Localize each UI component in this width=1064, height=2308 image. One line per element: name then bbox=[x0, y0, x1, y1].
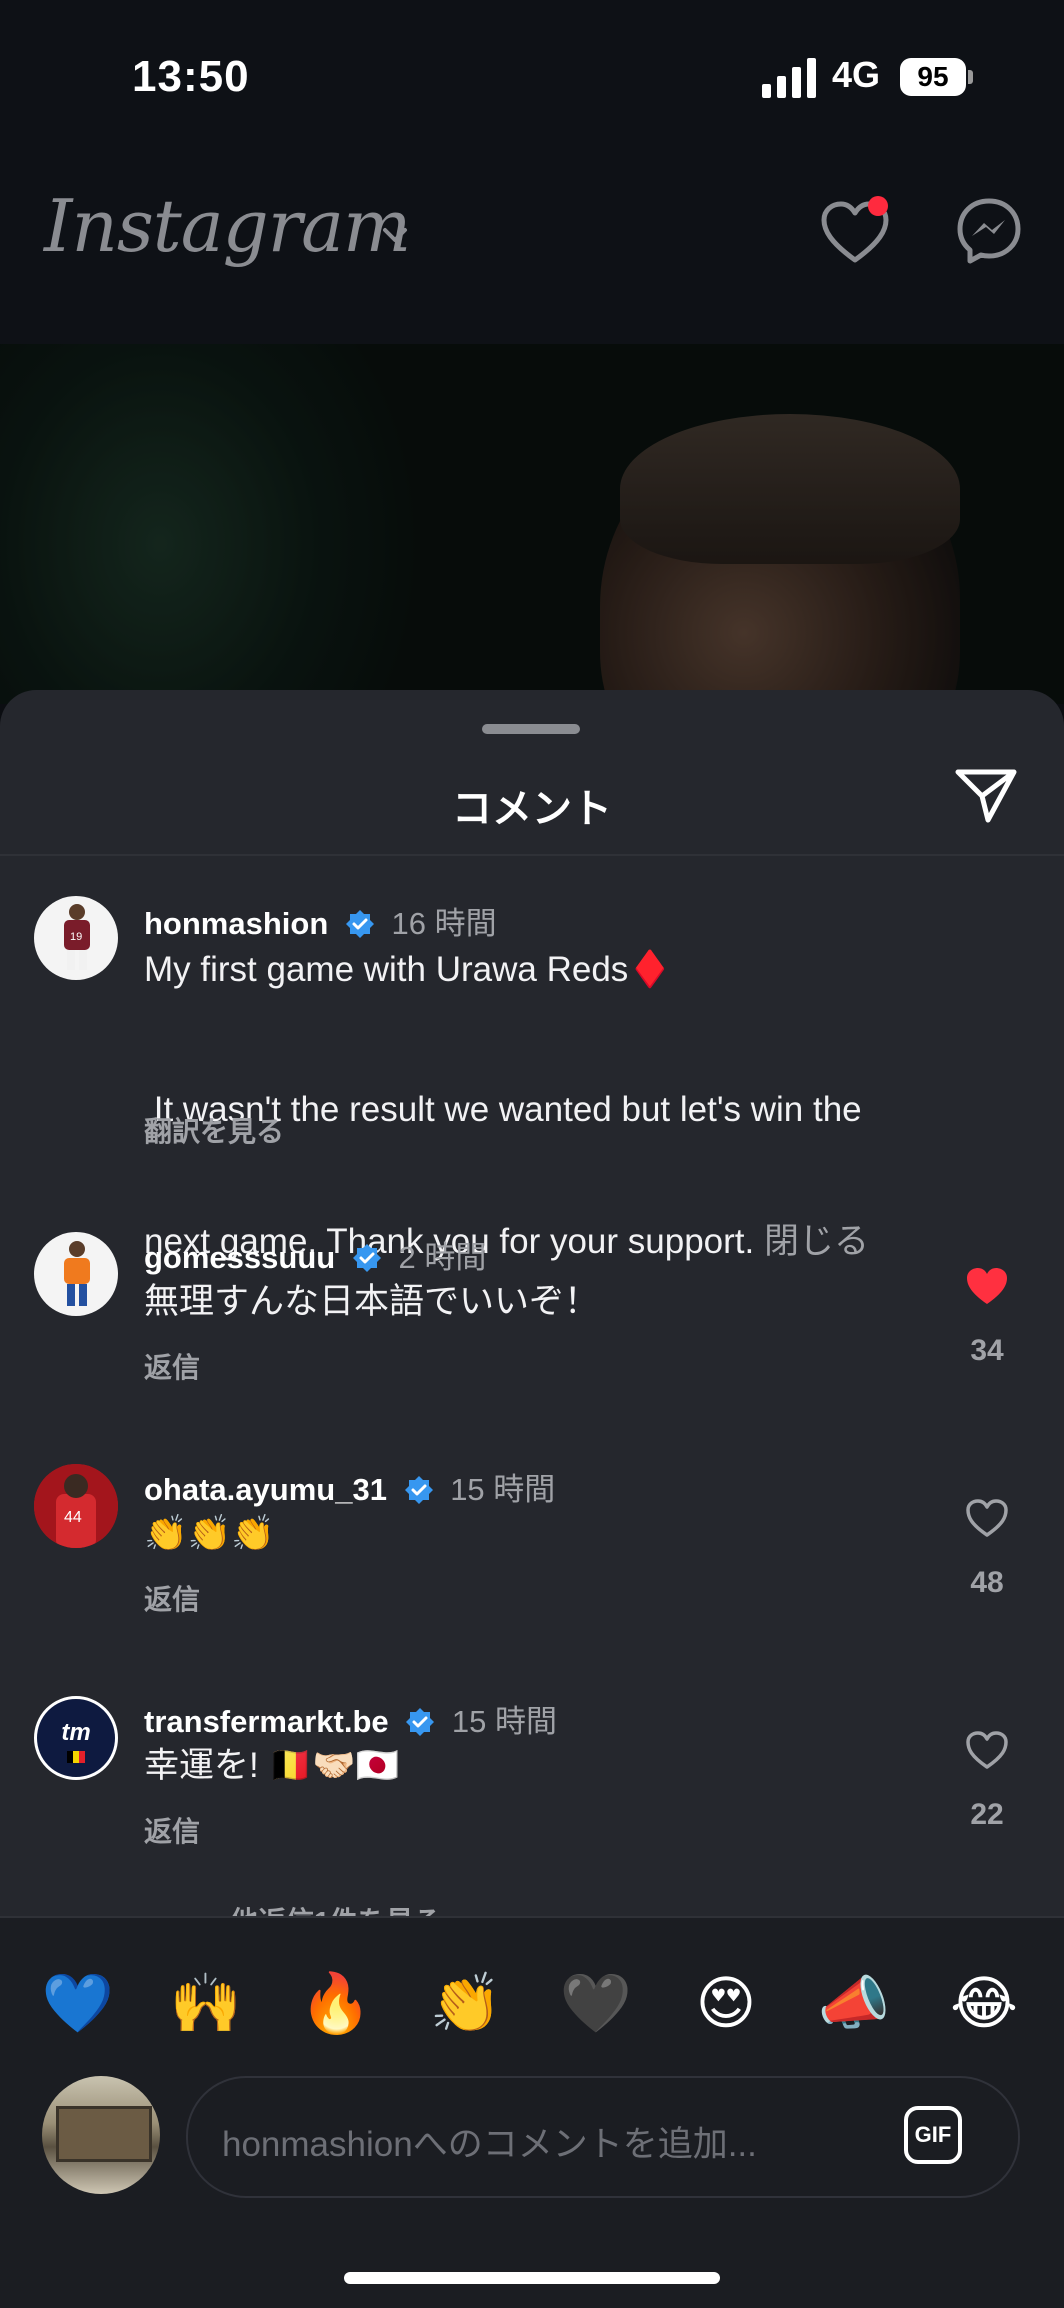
reply-button[interactable]: 返信 bbox=[144, 1810, 200, 1850]
username-text[interactable]: honmashion bbox=[144, 906, 328, 941]
divider bbox=[0, 854, 1064, 856]
avatar[interactable]: 19 bbox=[34, 896, 118, 980]
battery-nub bbox=[968, 70, 973, 84]
notification-dot bbox=[868, 196, 888, 216]
avatar[interactable]: tm bbox=[34, 1696, 118, 1780]
comment-text: My first game with Urawa Reds♦️ bbox=[144, 948, 672, 992]
close-link[interactable]: 閉じる bbox=[764, 1222, 869, 1261]
emoji-heart-eyes[interactable]: 😍 bbox=[688, 1966, 764, 2042]
heart-filled-icon[interactable] bbox=[965, 1266, 1009, 1306]
messenger-icon[interactable] bbox=[954, 196, 1024, 266]
image-overlay bbox=[0, 344, 1064, 704]
gif-button[interactable]: GIF bbox=[904, 2106, 962, 2164]
emoji-clapping[interactable]: 👏 bbox=[428, 1966, 504, 2042]
player-avatar-image bbox=[64, 1241, 90, 1306]
avatar-photo bbox=[56, 2106, 152, 2162]
svg-text:19: 19 bbox=[70, 931, 82, 943]
sheet-drag-handle[interactable] bbox=[482, 724, 580, 734]
like-count: 34 bbox=[970, 1334, 1004, 1367]
verified-badge-icon bbox=[404, 1476, 433, 1504]
verified-badge-icon bbox=[345, 910, 374, 938]
comment-input-placeholder: honmashionへのコメントを追加... bbox=[222, 2125, 757, 2164]
verified-badge-icon bbox=[352, 1244, 381, 1272]
caption-line: My first game with Urawa Reds♦️ bbox=[144, 950, 672, 989]
comment-username[interactable]: gomesssuuu 2 時間 bbox=[144, 1232, 486, 1277]
reply-button[interactable]: 返信 bbox=[144, 1346, 200, 1386]
username-text[interactable]: gomesssuuu bbox=[144, 1240, 335, 1275]
player-avatar-image: 44 bbox=[34, 1464, 118, 1548]
comment-time: 2 時間 bbox=[398, 1240, 487, 1275]
verified-badge-icon bbox=[406, 1708, 435, 1736]
comment-username[interactable]: transfermarkt.be 15 時間 bbox=[144, 1696, 557, 1741]
emoji-blue-heart[interactable]: 💙 bbox=[40, 1966, 116, 2042]
avatar[interactable] bbox=[34, 1232, 118, 1316]
player-avatar-image: 19 bbox=[64, 904, 90, 970]
heart-outline-icon[interactable] bbox=[965, 1730, 1009, 1770]
avatar-logo-text: tm bbox=[61, 1719, 91, 1746]
chevron-down-icon[interactable] bbox=[380, 220, 410, 250]
emoji-black-heart[interactable]: 🖤 bbox=[558, 1966, 634, 2042]
username-text[interactable]: transfermarkt.be bbox=[144, 1704, 389, 1739]
comment-text: 👏👏👏 bbox=[144, 1514, 275, 1553]
flag-stripe bbox=[79, 1751, 85, 1763]
like-count: 48 bbox=[970, 1566, 1004, 1599]
sheet-title: コメント bbox=[452, 787, 612, 831]
reply-button[interactable]: 返信 bbox=[144, 1578, 200, 1618]
username-text[interactable]: ohata.ayumu_31 bbox=[144, 1472, 387, 1507]
share-icon[interactable] bbox=[954, 766, 1018, 824]
comment-time: 15 時間 bbox=[451, 1704, 558, 1739]
instagram-logo[interactable]: Instagram bbox=[44, 184, 411, 268]
comment-text: 無理すんな日本語でいいぞ！ bbox=[144, 1282, 600, 1321]
signal-icon bbox=[762, 58, 816, 98]
comment-composer: 💙 🙌 🔥 👏 🖤 😍 📣 😂 honmashionへのコメントを追加... G… bbox=[0, 1916, 1064, 2308]
svg-text:44: 44 bbox=[64, 1509, 82, 1526]
like-count: 22 bbox=[970, 1798, 1004, 1831]
emoji-megaphone[interactable]: 📣 bbox=[816, 1966, 892, 2042]
comment-username[interactable]: honmashion 16 時間 bbox=[144, 898, 497, 943]
post-image[interactable] bbox=[0, 344, 1064, 704]
comment-text: 幸運を! 🇧🇪🤝🏻🇯🇵 bbox=[144, 1746, 400, 1785]
battery-indicator: 95 bbox=[900, 58, 966, 96]
emoji-raised-hands[interactable]: 🙌 bbox=[168, 1966, 244, 2042]
emoji-fire[interactable]: 🔥 bbox=[298, 1966, 374, 2042]
comment-username[interactable]: ohata.ayumu_31 15 時間 bbox=[144, 1464, 555, 1509]
translate-link[interactable]: 翻訳を見る bbox=[144, 1110, 284, 1150]
app-header: Instagram bbox=[0, 160, 1064, 474]
home-indicator[interactable] bbox=[344, 2272, 720, 2284]
heart-outline-icon[interactable] bbox=[965, 1498, 1009, 1538]
status-time: 13:50 bbox=[132, 52, 250, 101]
status-bar: 13:50 4G 95 bbox=[0, 0, 1064, 160]
comment-time: 16 時間 bbox=[391, 906, 497, 941]
comment-time: 15 時間 bbox=[450, 1472, 556, 1507]
comment-input[interactable]: honmashionへのコメントを追加... GIF bbox=[186, 2076, 1020, 2198]
avatar[interactable]: 44 bbox=[34, 1464, 118, 1548]
emoji-laughing[interactable]: 😂 bbox=[946, 1966, 1022, 2042]
network-type: 4G bbox=[832, 54, 881, 95]
avatar bbox=[42, 2076, 160, 2194]
